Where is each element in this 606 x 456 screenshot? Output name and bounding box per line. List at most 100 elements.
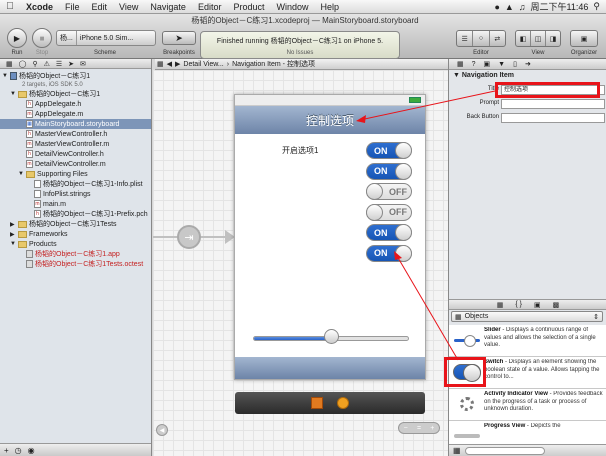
tree-file[interactable]: m main.m [26,199,66,209]
tree-file[interactable]: InfoPlist.strings [26,189,90,199]
menu-app[interactable]: Xcode [20,2,59,12]
scm-filter-icon[interactable]: ◉ [28,446,35,455]
symbol-nav-icon[interactable]: ◯ [19,60,27,68]
switch-5[interactable]: ON [366,224,412,241]
tree-group[interactable]: ▼ 杨韬的Object－C练习1 [10,89,100,99]
organizer-button[interactable]: ▣ [570,30,598,47]
bluetooth-icon[interactable]: ● [494,2,499,12]
clock-text[interactable]: 周二下午11:46 [531,0,589,13]
library-item-slider[interactable]: Slider - Displays a continuous range of … [449,325,606,357]
zoom-fit-icon[interactable]: = [417,425,421,432]
apple-icon[interactable]:  [0,1,20,12]
view-segmented[interactable]: ◧ ◫ ◨ [515,30,561,47]
navigator-toggle-icon[interactable]: ◧ [516,31,531,46]
tree-group[interactable]: ▼ Supporting Files [18,169,88,179]
project-nav-icon[interactable]: ▦ [6,60,13,68]
zoom-out-icon[interactable]: − [404,425,408,432]
debug-toggle-icon[interactable]: ◫ [531,31,546,46]
object-library-icon[interactable]: ▣ [534,301,541,309]
disclosure-open-icon[interactable]: ▼ [2,73,8,79]
detail-view-controller-scene[interactable]: 控制选项 开启选项1 ON ON OFF OFF ON ON [234,94,426,380]
tree-group[interactable]: ▼ Products [10,239,57,249]
switch-3[interactable]: OFF [366,183,412,200]
issue-nav-icon[interactable]: ⚠ [44,60,50,68]
stop-button[interactable]: ■ [32,28,52,48]
menu-edit[interactable]: Edit [86,2,114,12]
library-item-spinner[interactable]: Activity Indicator View - Provides feedb… [449,389,606,421]
menu-product[interactable]: Product [227,2,270,12]
tree-file[interactable]: 杨韬的Object－C练习1-Info.plist [26,179,143,189]
forward-icon[interactable]: ▶ [175,60,180,68]
bottom-toolbar[interactable] [235,357,425,379]
search-nav-icon[interactable]: ⚲ [32,60,37,68]
file-template-icon[interactable]: ▦ [497,301,504,309]
add-icon[interactable]: + [4,446,9,455]
disclosure-open-icon[interactable]: ▼ [18,171,24,177]
related-files-icon[interactable]: ▦ [157,60,164,68]
first-responder-icon[interactable] [311,397,323,409]
tree-file[interactable]: 杨韬的Object－C练习1.app [18,249,120,259]
tree-file[interactable]: h DetailViewController.h [18,149,104,159]
tree-group[interactable]: ▶ Frameworks [10,229,68,239]
zoom-in-icon[interactable]: + [430,425,434,432]
section-header[interactable]: ▼ Navigation Item [453,72,514,79]
breadcrumb-navitem[interactable]: Navigation Item - 控制选项 [232,59,315,69]
breakpoints-button[interactable]: ➤ [162,31,196,45]
media-library-icon[interactable]: ▩ [553,301,560,309]
tree-file[interactable]: m AppDelegate.m [18,109,83,119]
wifi-icon[interactable]: ▲ [505,2,514,12]
option-label[interactable]: 开启选项1 [282,145,318,156]
switch-1[interactable]: ON [366,142,412,159]
disclosure-closed-icon[interactable]: ▶ [10,221,16,228]
scheme-popup[interactable]: 杨... iPhone 5.0 Sim... [56,30,156,46]
menu-view[interactable]: View [113,2,144,12]
code-snippet-icon[interactable]: { } [515,301,522,308]
back-icon[interactable]: ◀ [167,60,172,68]
tree-file[interactable]: h 杨韬的Object－C练习1-Prefix.pch [26,209,148,219]
storyboard-canvas[interactable]: ⇥ 控制选项 开启选项1 ON ON OFF OFF ON ON ◀ − = + [153,70,448,456]
segue-push-icon[interactable]: ⇥ [177,225,201,249]
breadcrumb-detail[interactable]: Detail View... [183,61,223,68]
log-nav-icon[interactable]: ✉ [80,60,86,68]
run-button[interactable]: ▶ [7,28,27,48]
back-button-field[interactable] [501,113,605,123]
tree-file[interactable]: m DetailViewController.m [18,159,106,169]
identity-inspector-icon[interactable]: ▣ [484,60,491,68]
tree-file[interactable]: ▦ MainStoryboard.storyboard [0,119,151,129]
organizer-icon[interactable]: ▣ [571,31,597,46]
grid-toggle-icon[interactable]: ▦ [453,446,461,455]
menu-file[interactable]: File [59,2,86,12]
menu-help[interactable]: Help [315,2,346,12]
volume-icon[interactable]: ♫ [519,2,526,12]
nav-title[interactable]: 控制选项 [306,112,354,129]
slider-thumb[interactable] [324,329,339,344]
tree-file[interactable]: 杨韬的Object－C练习1Tests.octest [18,259,143,269]
navigation-bar[interactable]: 控制选项 [235,106,425,134]
size-inspector-icon[interactable]: ▯ [513,60,517,68]
tree-file[interactable]: h AppDelegate.h [18,99,81,109]
spotlight-icon[interactable]: ⚲ [593,1,600,12]
switch-4[interactable]: OFF [366,203,412,221]
standard-editor-icon[interactable]: ☰ [457,31,474,46]
attributes-inspector-icon[interactable]: ▼ [498,61,505,68]
switch-2[interactable]: ON [366,162,412,180]
switch-6[interactable]: ON [366,244,412,262]
menu-editor[interactable]: Editor [192,2,228,12]
disclosure-closed-icon[interactable]: ▶ [10,231,16,238]
prompt-field[interactable] [501,99,605,109]
document-outline-toggle-icon[interactable]: ◀ [156,424,168,436]
tree-file[interactable]: m MasterViewController.m [18,139,109,149]
version-editor-icon[interactable]: ⇄ [490,31,505,46]
help-inspector-icon[interactable]: ? [472,61,476,68]
disclosure-open-icon[interactable]: ▼ [10,91,16,97]
menu-window[interactable]: Window [270,2,314,12]
editor-segmented[interactable]: ☰ ○ ⇄ [456,30,506,47]
disclosure-open-icon[interactable]: ▼ [10,241,16,247]
assistant-editor-icon[interactable]: ○ [473,31,490,46]
tree-group[interactable]: ▶ 杨韬的Object－C练习1Tests [10,219,117,229]
menu-navigate[interactable]: Navigate [144,2,192,12]
recent-filter-icon[interactable]: ◷ [15,446,22,455]
utilities-toggle-icon[interactable]: ◨ [546,31,560,46]
connections-inspector-icon[interactable]: ➜ [525,60,531,68]
library-scope-select[interactable]: ▦ Objects ⇕ [451,311,603,322]
